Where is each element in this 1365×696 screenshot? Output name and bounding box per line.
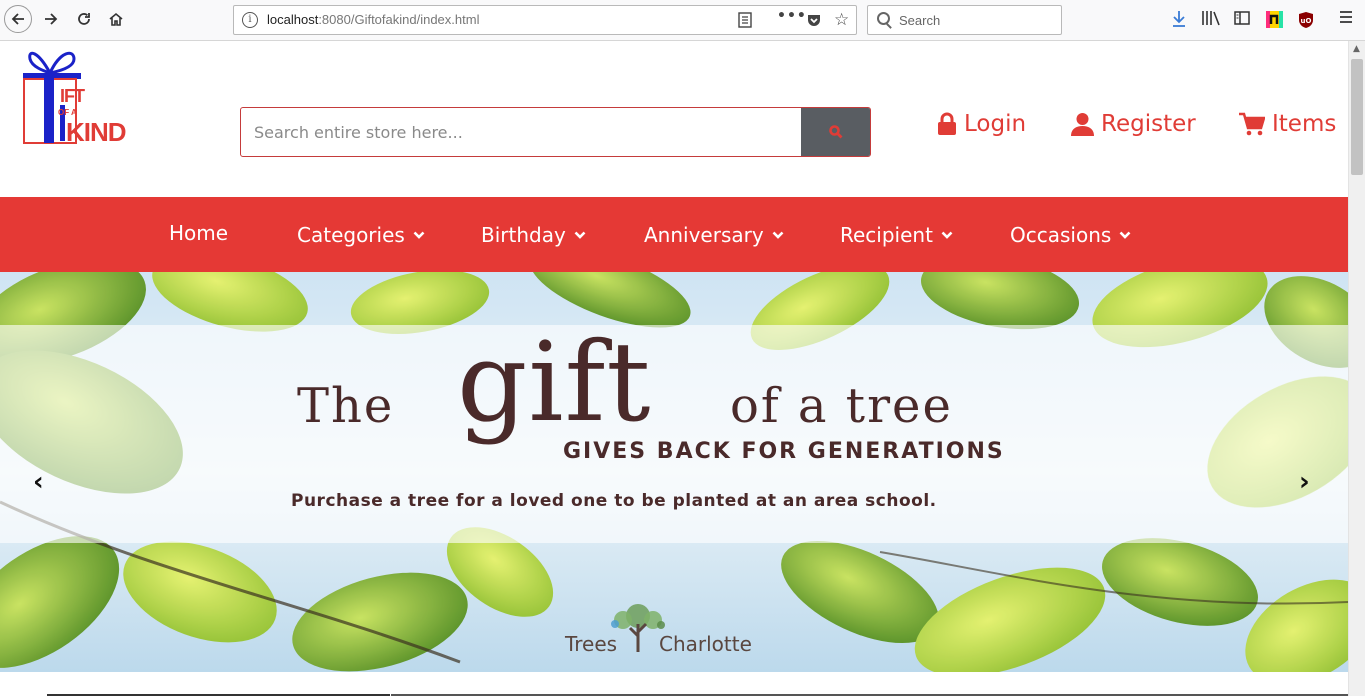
logo-letters-top: IFT: [60, 86, 85, 106]
nav-occasions-label: Occasions: [1010, 222, 1112, 247]
chevron-down-icon: [1119, 231, 1131, 239]
nav-anniversary-label: Anniversary: [644, 222, 764, 247]
menu-icon[interactable]: [1338, 10, 1354, 28]
svg-text:uO: uO: [1301, 17, 1312, 25]
forward-button[interactable]: [37, 5, 65, 33]
home-button[interactable]: [102, 5, 130, 33]
charlotte-text: Charlotte: [659, 632, 752, 656]
login-link[interactable]: Login: [937, 111, 1026, 137]
scroll-up-icon[interactable]: ▲: [1353, 44, 1360, 54]
arrow-right-icon: [45, 13, 58, 25]
register-label: Register: [1101, 111, 1196, 137]
page-scrollbar[interactable]: ▲: [1348, 41, 1365, 696]
nav-recipient-label: Recipient: [840, 222, 933, 247]
info-icon[interactable]: i: [242, 12, 258, 28]
items-label: Items: [1272, 111, 1337, 137]
nav-occasions[interactable]: Occasions: [1010, 197, 1131, 272]
store-search-button[interactable]: [801, 108, 870, 156]
nav-recipient[interactable]: Recipient: [840, 197, 953, 272]
url-host: localhost: [267, 12, 319, 27]
chevron-down-icon: [413, 231, 425, 239]
ublock-icon[interactable]: uO: [1298, 11, 1314, 33]
main-nav: Home Categories Birthday Anniversary Rec…: [0, 197, 1348, 272]
logo-letters-bottom: KIND: [66, 117, 126, 147]
browser-toolbar: i localhost:8080/Giftofakind/index.html …: [0, 0, 1365, 41]
page-content-below: [0, 672, 1348, 696]
logo-letters-mid: OF A: [58, 108, 77, 117]
banner-tagline: GIVES BACK FOR GENERATIONS: [563, 439, 1005, 464]
cart-icon: [1239, 112, 1265, 136]
carousel-next-button[interactable]: ›: [1299, 467, 1310, 497]
more-actions-icon[interactable]: •••: [777, 8, 807, 24]
user-icon: [1071, 113, 1094, 136]
nav-birthday-label: Birthday: [481, 222, 566, 247]
banner-the: The: [297, 378, 395, 434]
arrow-left-icon: [11, 13, 24, 25]
login-label: Login: [964, 111, 1027, 137]
nav-home-label: Home: [169, 220, 229, 245]
reload-icon: [78, 13, 90, 25]
bookmark-star-icon[interactable]: ☆: [834, 10, 849, 30]
banner-gift: gift: [457, 318, 652, 446]
nav-categories-label: Categories: [297, 222, 405, 247]
address-bar[interactable]: i localhost:8080/Giftofakind/index.html …: [233, 5, 857, 35]
library-icon[interactable]: [1201, 10, 1221, 30]
home-icon: [109, 12, 123, 26]
store-search: [240, 107, 871, 157]
pocket-icon[interactable]: [806, 12, 822, 32]
chevron-down-icon: [941, 231, 953, 239]
banner-purchase-text: Purchase a tree for a loved one to be pl…: [291, 491, 937, 511]
search-icon: [877, 12, 890, 25]
banner-of-a-tree: of a tree: [730, 378, 953, 434]
extension-n-icon[interactable]: [1266, 11, 1283, 32]
sidebar-icon[interactable]: [1234, 10, 1250, 30]
search-icon: [828, 125, 842, 139]
register-link[interactable]: Register: [1071, 111, 1196, 137]
trees-text: Trees: [565, 632, 618, 656]
trees-charlotte-logo: Trees Charlotte: [565, 602, 795, 662]
nav-anniversary[interactable]: Anniversary: [644, 197, 784, 272]
nav-birthday[interactable]: Birthday: [481, 197, 586, 272]
site-logo[interactable]: IFT OF A KIND: [20, 45, 155, 149]
downloads-icon[interactable]: [1171, 10, 1187, 32]
lock-icon: [938, 112, 956, 135]
scrollbar-thumb[interactable]: [1351, 59, 1363, 175]
reader-view-icon[interactable]: [738, 12, 752, 32]
cart-link[interactable]: Items: [1239, 111, 1336, 137]
nav-categories[interactable]: Categories: [297, 197, 425, 272]
hero-carousel: The gift of a tree GIVES BACK FOR GENERA…: [0, 272, 1348, 672]
browser-search-bar[interactable]: Search: [867, 5, 1062, 35]
back-button[interactable]: [4, 5, 32, 33]
carousel-prev-button[interactable]: ‹: [33, 467, 44, 497]
url-path: :8080/Giftofakind/index.html: [318, 12, 480, 27]
web-page: IFT OF A KIND Login Register Items Home …: [0, 41, 1348, 696]
nav-home[interactable]: Home: [169, 195, 228, 270]
browser-search-placeholder: Search: [899, 13, 941, 28]
chevron-down-icon: [772, 231, 784, 239]
chevron-down-icon: [574, 231, 586, 239]
store-search-input[interactable]: [241, 108, 801, 156]
url-text[interactable]: localhost:8080/Giftofakind/index.html: [267, 12, 479, 27]
reload-button[interactable]: [70, 5, 98, 33]
